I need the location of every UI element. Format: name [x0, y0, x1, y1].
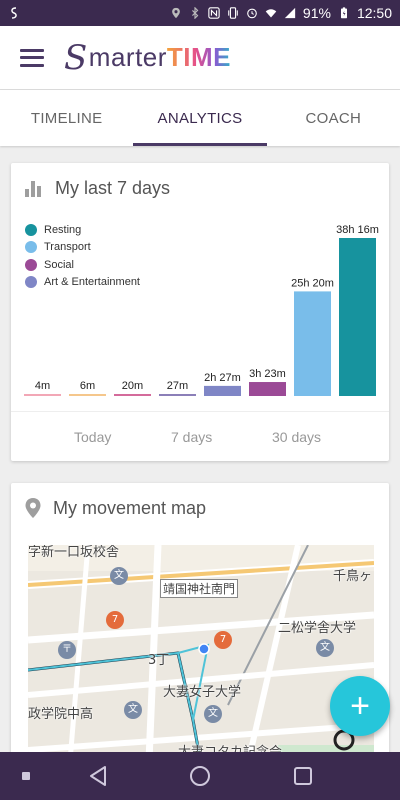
chart-legend: Resting Transport Social Art & Entertain…	[25, 221, 140, 291]
bar-value-label: 6m	[80, 380, 95, 392]
range-7-days-button[interactable]: 7 days	[171, 429, 212, 445]
legend-swatch	[25, 241, 37, 254]
store-poi-icon: 7	[106, 611, 124, 629]
logo-marter: marter	[88, 42, 167, 72]
chart-bar	[249, 382, 286, 396]
map-label: 字新一口坂校舎	[28, 545, 120, 560]
signal-icon	[284, 7, 296, 19]
battery-percent: 91%	[302, 5, 331, 21]
legend-swatch	[25, 276, 37, 289]
bar-value-label: 20m	[122, 380, 143, 392]
bar-chart-icon	[25, 179, 43, 197]
clock: 12:50	[356, 5, 392, 21]
chart-bar	[204, 385, 241, 396]
app-bar: S marter TIME	[0, 26, 400, 90]
add-fab-button[interactable]: +	[330, 676, 390, 736]
bar-value-label: 38h 16m	[336, 224, 379, 236]
map-label: 靖国神社南門	[160, 579, 239, 598]
nfc-icon	[208, 7, 220, 19]
last-7-days-title: My last 7 days	[55, 177, 171, 198]
legend-label: Social	[44, 258, 74, 271]
legend-item: Transport	[25, 239, 140, 257]
chart-bar	[339, 238, 376, 396]
bar-value-label: 25h 20m	[291, 277, 334, 289]
chart-bar	[24, 394, 61, 396]
home-button[interactable]	[189, 765, 211, 787]
location-icon	[172, 7, 180, 19]
legend-item: Resting	[25, 221, 140, 239]
legend-swatch	[25, 258, 37, 271]
map-label: 政学院中高	[28, 707, 94, 722]
school-poi-icon: 文	[124, 701, 142, 719]
map-poi-icon: 〒	[58, 641, 76, 659]
school-poi-icon: 文	[316, 639, 334, 657]
bar-value-label: 27m	[167, 380, 188, 392]
chart-bar	[159, 394, 196, 396]
battery-icon	[340, 7, 347, 19]
overview-button[interactable]	[293, 766, 313, 786]
school-poi-icon: 文	[204, 705, 222, 723]
movement-map-header: My movement map	[11, 483, 389, 533]
back-button[interactable]	[88, 765, 108, 787]
movement-map[interactable]: 字新一口坂校舎 靖国神社南門 千鳥ヶ 二松学舎大学 大妻女子大学 政学院中高 大…	[28, 545, 374, 783]
range-selector: Today 7 days 30 days	[11, 411, 389, 461]
chart-bar	[69, 394, 106, 396]
chart-bar	[294, 291, 331, 396]
tab-timeline[interactable]: TIMELINE	[0, 90, 133, 146]
legend-label: Resting	[44, 223, 82, 236]
alarm-icon	[247, 8, 257, 19]
legend-label: Art & Entertainment	[44, 276, 140, 289]
school-poi-icon: 文	[110, 567, 128, 585]
bar-value-label: 3h 23m	[249, 368, 286, 380]
recents-button[interactable]	[22, 772, 30, 780]
tab-bar: TIMELINE ANALYTICS COACH	[0, 90, 400, 146]
last-7-days-header: My last 7 days	[11, 163, 389, 213]
status-bar: 91% 12:50	[0, 0, 400, 26]
logo-time: TIME	[166, 42, 232, 72]
tab-analytics[interactable]: ANALYTICS	[133, 90, 267, 146]
store-poi-icon: 7	[214, 631, 232, 649]
range-today-button[interactable]: Today	[74, 429, 111, 445]
last-7-days-card: 4m 6m 20m 27m 2h 27m 3h 23m 25h 20m 38h 16m My …	[11, 163, 389, 461]
map-label: 千鳥ヶ	[333, 569, 373, 584]
location-pin-icon	[25, 498, 41, 518]
vibrate-icon	[228, 7, 238, 19]
map-label: 大妻女子大学	[163, 685, 242, 700]
legend-item: Art & Entertainment	[25, 274, 140, 292]
app-notification-icon	[11, 7, 17, 19]
hamburger-menu-icon[interactable]	[20, 48, 44, 67]
range-30-days-button[interactable]: 30 days	[272, 429, 321, 445]
bar-value-label: 2h 27m	[204, 372, 241, 384]
bar-value-label: 4m	[35, 380, 50, 392]
legend-swatch	[25, 223, 37, 236]
system-nav-bar	[0, 752, 400, 800]
logo-s: S	[64, 37, 88, 78]
bluetooth-icon	[191, 7, 199, 19]
map-label: 3丁	[148, 653, 170, 668]
wifi-icon	[265, 9, 277, 18]
app-logo: S marter TIME	[64, 38, 231, 78]
legend-item: Social	[25, 256, 140, 274]
chart-bar	[114, 394, 151, 396]
movement-map-card: My movement map 字新一口坂校舎 靖国神社南門 千鳥ヶ 二松学舎大…	[11, 483, 389, 783]
legend-label: Transport	[44, 241, 91, 254]
movement-map-title: My movement map	[53, 497, 207, 518]
tab-coach[interactable]: COACH	[267, 90, 400, 146]
map-label: 二松学舎大学	[278, 621, 357, 636]
